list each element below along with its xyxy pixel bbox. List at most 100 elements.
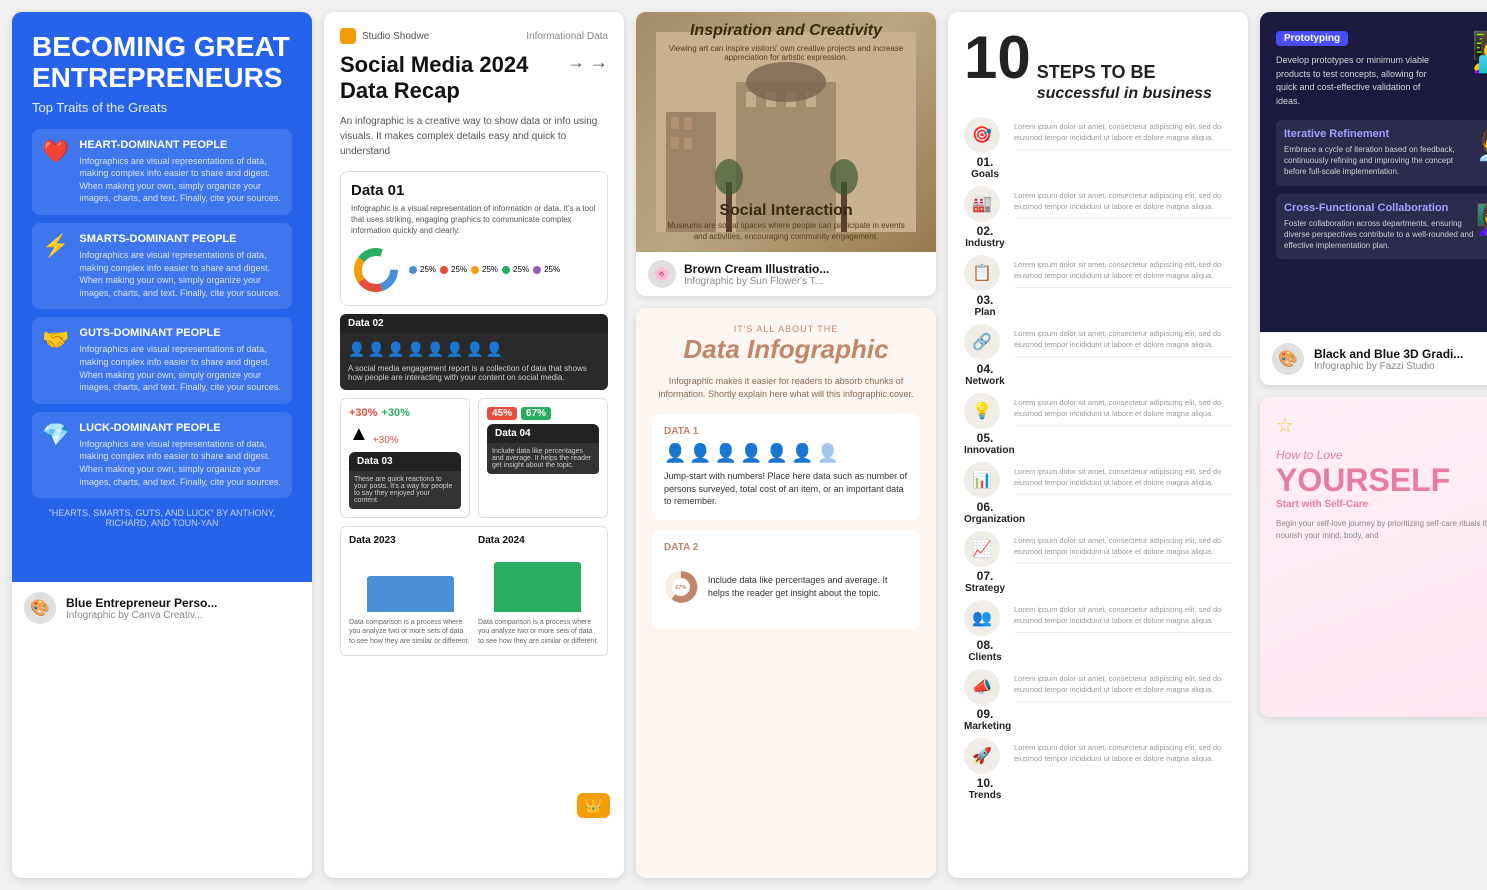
card1-luck-text: Infographics are visual representations … bbox=[79, 438, 282, 488]
card-inspiration[interactable]: Inspiration and Creativity Viewing art c… bbox=[636, 12, 936, 296]
step-circle-8: 📣 bbox=[964, 669, 1000, 705]
legend-item-4: 25% bbox=[502, 265, 529, 274]
card3-main-desc: Viewing art can inspire visitors' own cr… bbox=[646, 44, 926, 62]
card2-donut-row: 25% 25% 25% 25% bbox=[351, 245, 597, 295]
legend-dot-2 bbox=[440, 266, 448, 274]
card-prototyping[interactable]: Prototyping Develop prototypes or minimu… bbox=[1260, 12, 1487, 385]
step-num-5: 06. bbox=[964, 500, 1006, 514]
step-right-3: Lorem ipsum dolor sit amet, consectetur … bbox=[1014, 324, 1232, 358]
step-num-6: 07. bbox=[964, 569, 1006, 583]
card-data-infographic[interactable]: IT'S ALL ABOUT THE Data Infographic Info… bbox=[636, 308, 936, 878]
step-left-3: 🔗 04. Network bbox=[964, 324, 1006, 387]
step-name-7: Clients bbox=[964, 652, 1006, 663]
bar-2023-desc: Data comparison is a process where you a… bbox=[349, 618, 470, 647]
card-10-steps[interactable]: 10 STEPS TO BE successful in business 🎯 … bbox=[948, 12, 1248, 878]
step-divider bbox=[1014, 494, 1232, 495]
data3-triangle-row: ▲ +30% bbox=[349, 423, 461, 446]
step-circle-1: 🏭 bbox=[964, 186, 1000, 222]
card5-section2-text: Embrace a cycle of iteration based on fe… bbox=[1284, 144, 1476, 178]
card2-data3-box: +30% +30% ▲ +30% Data 03 These are quick… bbox=[340, 398, 470, 518]
person-icon-red2: 👤 bbox=[368, 341, 385, 357]
donut-chart bbox=[351, 245, 401, 295]
card3-bottom: 🌸 Brown Cream Illustratio... Infographic… bbox=[636, 252, 936, 296]
card8-top: ☆ ··· bbox=[1276, 413, 1487, 438]
legend-label-5: 25% bbox=[544, 265, 560, 274]
person1: 👤 bbox=[664, 443, 686, 464]
card3-bottom-texts: Brown Cream Illustratio... Infographic b… bbox=[684, 262, 829, 287]
step-divider bbox=[1014, 701, 1232, 702]
card-social-media[interactable]: Studio Shodwe Informational Data Social … bbox=[324, 12, 624, 878]
card2-people-icons: 👤 👤 👤 👤 👤 👤 👤 👤 bbox=[348, 341, 600, 358]
card4-title-line2: successful in business bbox=[1037, 84, 1212, 103]
card5-bottom-texts: Black and Blue 3D Gradi... Infographic b… bbox=[1314, 347, 1463, 372]
card6-content: IT'S ALL ABOUT THE Data Infographic Info… bbox=[636, 308, 936, 878]
card4-title-line1: STEPS TO BE bbox=[1037, 62, 1212, 84]
data4-pct1: 45% bbox=[487, 407, 517, 420]
card8-sub: Start with Self-Care bbox=[1276, 499, 1487, 510]
step-divider bbox=[1014, 356, 1232, 357]
card8-tag-small: How to Love bbox=[1276, 448, 1487, 462]
legend-dot-4 bbox=[502, 266, 510, 274]
step-goals: 🎯 01. Goals Lorem ipsum dolor sit amet, … bbox=[964, 117, 1232, 180]
card4-big-num: 10 bbox=[964, 28, 1031, 88]
step-name-3: Network bbox=[964, 376, 1006, 387]
step-name-6: Strategy bbox=[964, 583, 1006, 594]
step-num-8: 09. bbox=[964, 707, 1006, 721]
bar-2024-group bbox=[476, 562, 599, 612]
card6-data1: DATA 1 👤 👤 👤 👤 👤 👤 👤 Jump-start with num… bbox=[652, 414, 920, 520]
card2-data4-pcts: 45% 67% bbox=[487, 407, 599, 420]
card1-section-smarts: ⚡ SMARTS-DOMINANT PEOPLE Infographics ar… bbox=[32, 223, 292, 309]
person5: 👤 bbox=[766, 443, 788, 464]
step-right-9: Lorem ipsum dolor sit amet, consectetur … bbox=[1014, 738, 1232, 765]
card4-header: 10 STEPS TO BE successful in business bbox=[964, 28, 1232, 103]
lightning-icon: ⚡ bbox=[42, 233, 69, 259]
card-blue-entrepreneur[interactable]: BECOMING GREAT ENTREPRENEURS Top Traits … bbox=[12, 12, 312, 878]
step-circle-6: 📈 bbox=[964, 531, 1000, 567]
card6-header: IT'S ALL ABOUT THE Data Infographic bbox=[652, 324, 920, 365]
card3-main-title: Inspiration and Creativity bbox=[646, 22, 926, 40]
card6-data2-text: Include data like percentages and averag… bbox=[708, 574, 908, 599]
card-how-to-love[interactable]: ☆ ··· How to Love YOURSELF Start with Se… bbox=[1260, 397, 1487, 717]
card2-data2-body: 👤 👤 👤 👤 👤 👤 👤 👤 A social media engagemen… bbox=[340, 333, 608, 390]
brand-square-icon bbox=[340, 28, 356, 44]
step-circle-4: 💡 bbox=[964, 393, 1000, 429]
card3-social-section: Social Interaction Museums are social sp… bbox=[666, 202, 906, 242]
step-circle-0: 🎯 bbox=[964, 117, 1000, 153]
card5-character-icon: 👩‍💻 bbox=[1471, 28, 1487, 75]
card2-brand: Studio Shodwe bbox=[340, 28, 429, 44]
person2: 👤 bbox=[689, 443, 711, 464]
step-num-3: 04. bbox=[964, 362, 1006, 376]
person6: 👤 bbox=[791, 443, 813, 464]
card5-section2-row: Iterative Refinement Embrace a cycle of … bbox=[1284, 128, 1487, 178]
card5-section3-text: Foster collaboration across departments,… bbox=[1284, 218, 1476, 252]
step-circle-5: 📊 bbox=[964, 462, 1000, 498]
step-clients: 👥 08. Clients Lorem ipsum dolor sit amet… bbox=[964, 600, 1232, 663]
card2-data34-grid: +30% +30% ▲ +30% Data 03 These are quick… bbox=[340, 398, 608, 518]
card1-heart-title: HEART-DOMINANT PEOPLE bbox=[79, 139, 282, 151]
bar-2024-desc: Data comparison is a process where you a… bbox=[478, 618, 599, 647]
step-name-4: Innovation bbox=[964, 445, 1006, 456]
step-name-2: Plan bbox=[964, 307, 1006, 318]
step-trends: 🚀 10. Trends Lorem ipsum dolor sit amet,… bbox=[964, 738, 1232, 801]
card1-guts-text: Infographics are visual representations … bbox=[79, 343, 282, 393]
step-text-2: Lorem ipsum dolor sit amet, consectetur … bbox=[1014, 259, 1232, 282]
step-text-9: Lorem ipsum dolor sit amet, consectetur … bbox=[1014, 742, 1232, 765]
step-network: 🔗 04. Network Lorem ipsum dolor sit amet… bbox=[964, 324, 1232, 387]
step-left-5: 📊 06. Organization bbox=[964, 462, 1006, 525]
card5-left: Prototyping Develop prototypes or minimu… bbox=[1276, 28, 1436, 120]
card5-bottom-sub: Infographic by Fazzi Studio bbox=[1314, 361, 1463, 372]
card2-legend: 25% 25% 25% 25% bbox=[409, 265, 560, 274]
card6-data1-text: Jump-start with numbers! Place here data… bbox=[664, 470, 908, 508]
card1-avatar: 🎨 bbox=[24, 592, 56, 624]
card1-bottom-sub: Infographic by Canva Creativ... bbox=[66, 610, 217, 621]
step-organization: 📊 06. Organization Lorem ipsum dolor sit… bbox=[964, 462, 1232, 525]
card8-icons-row: ☆ bbox=[1276, 413, 1294, 438]
bar-2024-label: Data 2024 bbox=[478, 535, 599, 546]
person-icon-blue2: 👤 bbox=[446, 341, 463, 357]
legend-label-4: 25% bbox=[513, 265, 529, 274]
card6-eyebrow: IT'S ALL ABOUT THE bbox=[652, 324, 920, 334]
card1-smarts-text: Infographics are visual representations … bbox=[79, 249, 282, 299]
card1-heart-text: Infographics are visual representations … bbox=[79, 155, 282, 205]
card1-section-heart: ❤️ HEART-DOMINANT PEOPLE Infographics ar… bbox=[32, 129, 292, 215]
card5-section3-row: Cross-Functional Collaboration Foster co… bbox=[1284, 202, 1487, 252]
